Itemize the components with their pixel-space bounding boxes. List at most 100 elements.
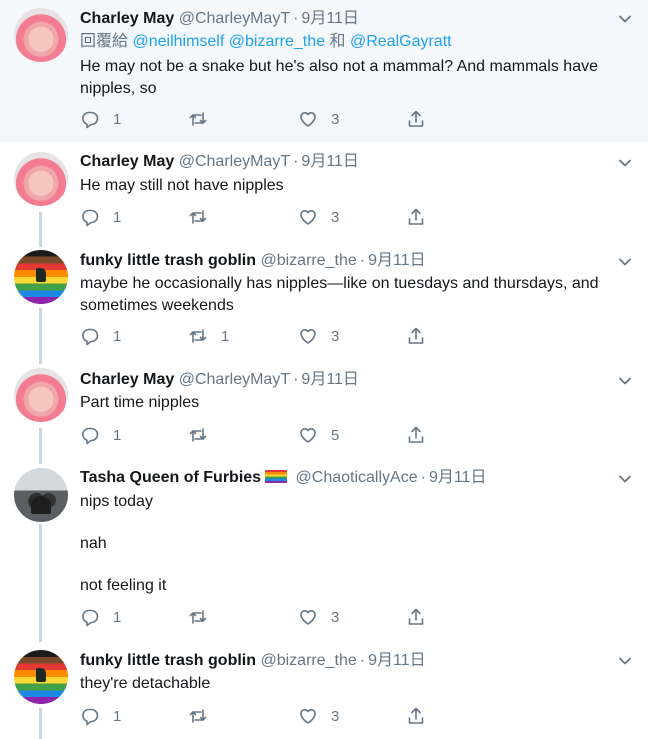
heart-icon <box>300 329 316 344</box>
share-button[interactable] <box>406 424 426 446</box>
reply-count: 1 <box>113 426 122 444</box>
heart-icon <box>300 112 316 127</box>
reply-icon <box>82 609 99 627</box>
tweet-text: they're detachable <box>80 675 211 692</box>
retweet-button[interactable] <box>188 108 221 130</box>
reply-joiner: 和 <box>329 33 346 50</box>
retweet-button[interactable] <box>188 705 221 727</box>
display-name[interactable]: Charley May <box>80 10 174 27</box>
retweet-icon <box>189 428 207 442</box>
retweet-icon <box>189 329 207 343</box>
tweet-text: nips today nah not feeling it <box>80 493 167 594</box>
like-button[interactable]: 3 <box>298 206 339 228</box>
like-button[interactable]: 5 <box>298 424 339 446</box>
display-name[interactable]: funky little trash goblin <box>80 652 256 669</box>
chevron-down-icon[interactable] <box>618 255 632 269</box>
tweet-actions: 1 3 <box>80 206 440 228</box>
retweet-button[interactable] <box>188 606 221 628</box>
retweet-button[interactable] <box>188 206 221 228</box>
user-handle[interactable]: @bizarre_the <box>260 652 356 669</box>
heart-icon <box>300 610 316 625</box>
share-icon <box>408 110 424 127</box>
display-name[interactable]: Charley May <box>80 371 174 388</box>
reply-count: 1 <box>113 707 122 725</box>
like-button[interactable]: 3 <box>298 325 339 347</box>
chevron-down-icon[interactable] <box>618 654 632 668</box>
share-button[interactable] <box>406 705 426 727</box>
tweet-date[interactable]: 9月11日 <box>429 469 487 486</box>
avatar[interactable] <box>14 368 68 422</box>
tweet[interactable]: Charley May @CharleyMayT · 9月11日 Part time… <box>0 364 648 464</box>
tweet-date[interactable]: 9月11日 <box>368 252 426 269</box>
user-handle[interactable]: @CharleyMayT <box>179 153 290 170</box>
chevron-down-icon[interactable] <box>618 472 632 486</box>
reply-count: 1 <box>113 327 122 345</box>
reply-icon <box>82 209 99 227</box>
mention-link[interactable]: @neilhimself <box>132 33 224 50</box>
tweet-header: Charley May @CharleyMayT · 9月11日 <box>80 371 359 388</box>
avatar[interactable] <box>14 152 68 206</box>
conversation-thread: Charley May @CharleyMayT · 9月11日 回覆給 @neil… <box>0 0 648 739</box>
reply-button[interactable]: 1 <box>80 325 121 347</box>
chevron-down-icon[interactable] <box>618 374 632 388</box>
user-handle[interactable]: @bizarre_the <box>260 252 356 269</box>
goblin-icon <box>36 268 46 282</box>
reply-count: 1 <box>113 208 122 226</box>
tweet[interactable]: Charley May @CharleyMayT · 9月11日 回覆給 @neil… <box>0 0 648 142</box>
share-button[interactable] <box>406 206 426 228</box>
retweet-count: 1 <box>221 327 230 345</box>
reply-button[interactable]: 1 <box>80 424 121 446</box>
reply-button[interactable]: 1 <box>80 606 121 628</box>
mention-link[interactable]: @RealGayratt <box>350 33 452 50</box>
retweet-button[interactable]: 1 <box>188 325 229 347</box>
like-button[interactable]: 3 <box>298 705 339 727</box>
tweet[interactable]: Charley May @CharleyMayT · 9月11日 He may st… <box>0 142 648 247</box>
avatar[interactable] <box>14 650 68 704</box>
like-count: 3 <box>331 608 340 626</box>
tweet-header: Tasha Queen of Furbies @ChaoticallyAce · 9… <box>80 469 487 486</box>
share-icon <box>408 608 424 625</box>
like-button[interactable]: 3 <box>298 108 339 130</box>
tweet[interactable]: funky little trash goblin @bizarre_the · 9… <box>0 247 648 364</box>
tweet[interactable]: Tasha Queen of Furbies @ChaoticallyAce · 9… <box>0 464 648 642</box>
tweet-date[interactable]: 9月11日 <box>301 153 359 170</box>
group-photo-icon <box>31 496 51 514</box>
tweet-actions: 1 3 <box>80 705 440 727</box>
mention-link[interactable]: @bizarre_the <box>229 33 325 50</box>
user-handle[interactable]: @ChaoticallyAce <box>296 469 418 486</box>
share-button[interactable] <box>406 325 426 347</box>
tweet-date[interactable]: 9月11日 <box>301 10 359 27</box>
like-count: 3 <box>331 110 340 128</box>
display-name[interactable]: funky little trash goblin <box>80 252 256 269</box>
reply-button[interactable]: 1 <box>80 206 121 228</box>
retweet-button[interactable] <box>188 424 221 446</box>
tweet-header: funky little trash goblin @bizarre_the · 9… <box>80 652 426 669</box>
avatar[interactable] <box>14 468 68 522</box>
reply-button[interactable]: 1 <box>80 108 121 130</box>
reply-icon <box>82 427 99 445</box>
tweet-text: maybe he occasionally has nipples—like o… <box>80 275 599 314</box>
avatar[interactable] <box>14 250 68 304</box>
share-icon <box>408 707 424 724</box>
display-name[interactable]: Tasha Queen of Furbies <box>80 469 261 486</box>
like-count: 3 <box>331 208 340 226</box>
display-name[interactable]: Charley May <box>80 153 174 170</box>
retweet-icon <box>189 610 207 624</box>
like-count: 5 <box>331 426 340 444</box>
reply-button[interactable]: 1 <box>80 705 121 727</box>
avatar[interactable] <box>14 8 68 62</box>
user-handle[interactable]: @CharleyMayT <box>179 371 290 388</box>
tweet-date[interactable]: 9月11日 <box>368 652 426 669</box>
user-handle[interactable]: @CharleyMayT <box>179 10 290 27</box>
tweet-date[interactable]: 9月11日 <box>301 371 359 388</box>
tweet-actions: 1 5 <box>80 424 440 446</box>
share-icon <box>408 426 424 443</box>
reply-icon <box>82 328 99 346</box>
share-button[interactable] <box>406 606 426 628</box>
tweet-text: Part time nipples <box>80 394 200 411</box>
chevron-down-icon[interactable] <box>618 12 632 26</box>
tweet[interactable]: funky little trash goblin @bizarre_the · 9… <box>0 642 648 739</box>
share-button[interactable] <box>406 108 426 130</box>
like-button[interactable]: 3 <box>298 606 339 628</box>
chevron-down-icon[interactable] <box>618 156 632 170</box>
